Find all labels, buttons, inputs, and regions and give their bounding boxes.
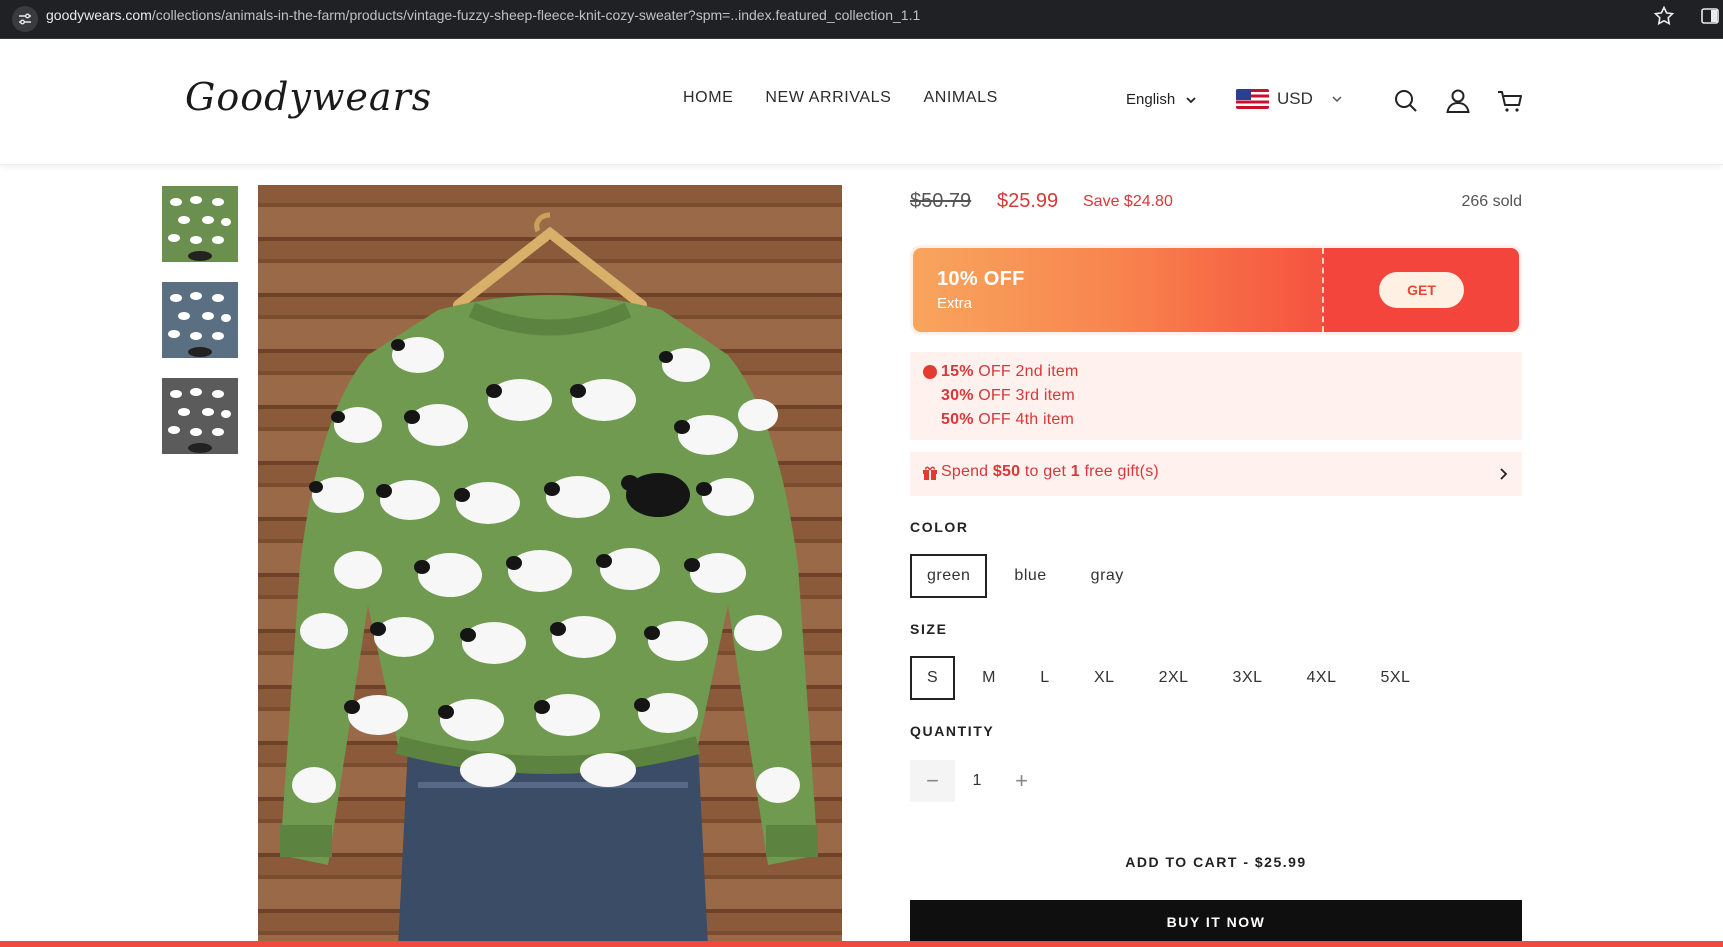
nav-new-arrivals[interactable]: NEW ARRIVALS xyxy=(765,89,891,107)
site-header: Goodywears HOME NEW ARRIVALS ANIMALS Eng… xyxy=(0,39,1723,165)
size-option-5xl[interactable]: 5XL xyxy=(1363,656,1428,700)
language-label: English xyxy=(1126,91,1176,108)
savings-label: Save $24.80 xyxy=(1083,193,1173,210)
thumbnail-image xyxy=(162,186,238,262)
chevron-right-icon xyxy=(1500,468,1508,480)
size-option-4xl[interactable]: 4XL xyxy=(1289,656,1354,700)
url-host: goodywears.com xyxy=(46,7,152,23)
size-option-xl[interactable]: XL xyxy=(1077,656,1132,700)
quantity-value[interactable]: 1 xyxy=(955,772,999,790)
address-bar[interactable]: goodywears.com/collections/animals-in-th… xyxy=(46,0,920,31)
side-panel-icon[interactable] xyxy=(1700,6,1720,26)
quantity-label: QUANTITY xyxy=(910,723,995,739)
thumbnail-image xyxy=(162,282,238,358)
tier-text: OFF 3rd item xyxy=(973,387,1075,404)
quantity-decrease-button[interactable]: − xyxy=(910,760,955,802)
chevron-down-icon xyxy=(1332,96,1342,103)
coupon-action: GET xyxy=(1322,248,1519,332)
thumbnail-image xyxy=(162,378,238,454)
chevron-down-icon xyxy=(1186,96,1196,103)
gift-text-pre: Spend xyxy=(941,463,993,480)
size-label: SIZE xyxy=(910,621,948,637)
price-row: $50.79 $25.99 Save $24.80 266 sold xyxy=(910,190,1522,216)
quantity-stepper: − 1 + xyxy=(910,760,1044,802)
size-option-l[interactable]: L xyxy=(1023,656,1067,700)
nav-home[interactable]: HOME xyxy=(683,89,733,107)
sold-count: 266 sold xyxy=(1461,193,1523,210)
tier-pct: 30% xyxy=(941,387,974,404)
sweater-illustration xyxy=(280,212,818,947)
url-path: /collections/animals-in-the-farm/product… xyxy=(151,7,921,23)
site-settings-icon[interactable] xyxy=(12,6,38,32)
sale-price: $25.99 xyxy=(997,190,1059,212)
thumbnail-green[interactable] xyxy=(162,186,238,262)
currency-label: USD xyxy=(1277,89,1313,108)
gift-count: 1 xyxy=(1070,463,1080,480)
product-main-image[interactable] xyxy=(258,185,842,947)
account-icon[interactable] xyxy=(1444,87,1472,115)
nav-animals[interactable]: ANIMALS xyxy=(923,89,997,107)
cart-icon[interactable] xyxy=(1496,87,1524,115)
tier-pct: 50% xyxy=(941,411,974,428)
site-logo[interactable]: Goodywears xyxy=(185,75,432,119)
search-icon[interactable] xyxy=(1392,87,1420,115)
color-label: COLOR xyxy=(910,519,969,535)
gift-text-mid: to get xyxy=(1020,463,1071,480)
size-option-s[interactable]: S xyxy=(910,656,956,700)
browser-toolbar: goodywears.com/collections/animals-in-th… xyxy=(0,0,1723,39)
gift-text-post: free gift(s) xyxy=(1079,463,1159,480)
bookmark-star-icon[interactable] xyxy=(1652,4,1676,28)
coupon-info: 10% OFF Extra xyxy=(913,248,1322,332)
bottom-accent-bar xyxy=(0,941,1723,947)
color-options: green blue gray xyxy=(910,554,1141,598)
main-nav: HOME NEW ARRIVALS ANIMALS xyxy=(683,89,998,107)
tier-text: OFF 4th item xyxy=(973,411,1075,428)
size-option-2xl[interactable]: 2XL xyxy=(1141,656,1206,700)
discount-badge-icon xyxy=(923,365,937,379)
thumbnail-gray[interactable] xyxy=(162,378,238,454)
tier-discount-2nd: 15% OFF 2nd item xyxy=(941,363,1078,381)
gift-text: Spend $50 to get 1 free gift(s) xyxy=(941,463,1159,481)
gift-amount: $50 xyxy=(992,463,1021,480)
gift-icon xyxy=(923,466,937,480)
us-flag-icon xyxy=(1236,89,1269,109)
size-options: S M L XL 2XL 3XL 4XL 5XL xyxy=(910,656,1428,700)
tiered-discount-box: 15% OFF 2nd item 30% OFF 3rd item 50% OF… xyxy=(910,352,1522,440)
language-selector[interactable]: English xyxy=(1126,91,1197,108)
quantity-increase-button[interactable]: + xyxy=(999,760,1044,802)
color-option-blue[interactable]: blue xyxy=(997,554,1064,598)
currency-selector[interactable]: USD xyxy=(1236,89,1343,109)
tier-discount-3rd: 30% OFF 3rd item xyxy=(941,387,1075,405)
tier-discount-4th: 50% OFF 4th item xyxy=(941,411,1074,429)
size-option-m[interactable]: M xyxy=(965,656,1013,700)
color-option-green[interactable]: green xyxy=(910,554,988,598)
size-option-3xl[interactable]: 3XL xyxy=(1215,656,1280,700)
add-to-cart-button[interactable]: ADD TO CART - $25.99 xyxy=(910,842,1522,882)
original-price: $50.79 xyxy=(910,190,972,212)
get-coupon-button[interactable]: GET xyxy=(1379,272,1464,308)
tier-text: OFF 2nd item xyxy=(973,363,1079,380)
thumbnail-blue[interactable] xyxy=(162,282,238,358)
tier-pct: 15% xyxy=(941,363,974,380)
coupon-subtitle: Extra xyxy=(937,295,973,312)
free-gift-promo[interactable]: Spend $50 to get 1 free gift(s) xyxy=(910,452,1522,496)
buy-now-button[interactable]: BUY IT NOW xyxy=(910,900,1522,944)
coupon-card: 10% OFF Extra GET xyxy=(913,248,1519,332)
color-option-gray[interactable]: gray xyxy=(1073,554,1141,598)
coupon-discount: 10% OFF xyxy=(937,268,1025,290)
